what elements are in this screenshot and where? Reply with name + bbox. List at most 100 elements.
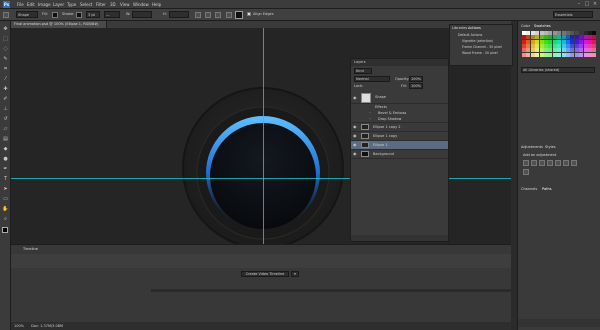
library-search[interactable]: All Libraries (shared) [521, 67, 595, 73]
eye-icon[interactable]: ◉ [353, 96, 357, 100]
menu-window[interactable]: Window [133, 2, 149, 7]
layer-effect-row[interactable]: ◦ Drop Shadow [351, 116, 448, 123]
color-balance-icon[interactable] [571, 160, 577, 166]
bw-icon[interactable] [523, 169, 529, 175]
close-icon[interactable]: × [592, 1, 598, 7]
hand-tool-icon[interactable]: ✋ [1, 205, 10, 214]
color-swatch[interactable] [583, 52, 588, 57]
fill-swatch[interactable] [52, 12, 58, 18]
gradient-tool-icon[interactable]: ▤ [1, 135, 10, 144]
blur-tool-icon[interactable]: ◆ [1, 145, 10, 154]
color-swatch[interactable] [530, 52, 535, 57]
color-swatch[interactable] [574, 52, 579, 57]
brush-tool-icon[interactable]: ✐ [1, 95, 10, 104]
maximize-icon[interactable]: □ [584, 1, 590, 7]
tab-styles[interactable]: Styles [545, 145, 556, 149]
eye-icon[interactable]: ◉ [353, 143, 357, 147]
curves-icon[interactable] [539, 160, 545, 166]
swatch-grid[interactable] [522, 31, 597, 57]
color-swatch[interactable] [588, 52, 592, 57]
color-swatch[interactable] [535, 52, 540, 57]
levels-icon[interactable] [531, 160, 537, 166]
tab-libraries[interactable]: Libraries [452, 26, 467, 30]
crop-tool-icon[interactable]: ⌗ [1, 65, 10, 74]
width-field[interactable] [132, 11, 152, 18]
layer-kind-filter[interactable]: Kind [354, 68, 372, 74]
menu-layer[interactable]: Layer [53, 2, 64, 7]
action-item[interactable]: Vignette (selection) [462, 39, 493, 43]
color-swatch[interactable] [592, 52, 597, 57]
color-swatch[interactable] [561, 52, 566, 57]
layer-row[interactable]: ◉ Ellipse 1 copy [351, 132, 448, 141]
tab-color[interactable]: Color [521, 24, 530, 28]
menu-file[interactable]: File [17, 2, 24, 7]
eye-icon[interactable]: ◉ [353, 134, 357, 138]
pen-tool-icon[interactable]: ✒ [1, 165, 10, 174]
dodge-tool-icon[interactable]: ● [1, 155, 10, 164]
path-select-tool-icon[interactable]: ➤ [1, 185, 10, 194]
color-swatch[interactable] [566, 52, 570, 57]
shape-tool-icon[interactable] [3, 12, 9, 18]
fill-field[interactable]: 100% [409, 83, 423, 89]
brightness-icon[interactable] [523, 160, 529, 166]
opacity-field[interactable]: 100% [409, 76, 423, 82]
quick-select-tool-icon[interactable]: ✎ [1, 55, 10, 64]
stroke-type-select[interactable]: — [104, 11, 120, 18]
shape-mode-select[interactable]: Shape [16, 11, 38, 18]
eraser-tool-icon[interactable]: ▱ [1, 125, 10, 134]
color-swatch[interactable] [552, 52, 557, 57]
blend-mode-select[interactable]: Normal [354, 76, 390, 82]
color-swatch[interactable] [548, 52, 553, 57]
tab-adjustments[interactable]: Adjustments [521, 145, 543, 149]
clone-stamp-tool-icon[interactable]: ⊥ [1, 105, 10, 114]
path-align-icon[interactable] [205, 12, 211, 18]
path-arrange-icon[interactable] [215, 12, 221, 18]
height-field[interactable] [169, 11, 189, 18]
action-item[interactable]: Wood Frame - 50 pixel [462, 51, 498, 55]
shape-tool-icon[interactable]: ▭ [1, 195, 10, 204]
color-swatch[interactable] [526, 52, 531, 57]
gear-icon[interactable] [226, 12, 232, 18]
menu-select[interactable]: Select [80, 2, 92, 7]
color-swatch[interactable] [557, 52, 562, 57]
move-tool-icon[interactable]: ✥ [1, 25, 10, 34]
tab-swatches[interactable]: Swatches [534, 24, 551, 28]
create-video-timeline-button[interactable]: Create Video Timeline [241, 271, 289, 277]
tab-channels[interactable]: Channels [521, 187, 537, 191]
healing-tool-icon[interactable]: ✚ [1, 85, 10, 94]
vibrance-icon[interactable] [555, 160, 561, 166]
action-set[interactable]: Default Actions [458, 33, 482, 37]
eye-icon[interactable]: ◦ [369, 111, 373, 115]
history-brush-tool-icon[interactable]: ↺ [1, 115, 10, 124]
chevron-down-icon[interactable]: ▾ [291, 271, 299, 277]
eye-icon[interactable]: ◉ [353, 125, 357, 129]
menu-help[interactable]: Help [152, 2, 161, 7]
document-tab[interactable]: Final animation.psd @ 100% (Ellipse 1, R… [11, 21, 107, 28]
color-swatch[interactable] [579, 52, 584, 57]
eye-icon[interactable]: ◦ [369, 117, 373, 121]
zoom-tool-icon[interactable]: ⌕ [1, 215, 10, 224]
marquee-tool-icon[interactable]: ⬚ [1, 35, 10, 44]
color-swatch[interactable] [570, 52, 575, 57]
exposure-icon[interactable] [547, 160, 553, 166]
menu-image[interactable]: Image [38, 2, 51, 7]
workspace-select[interactable]: Essentials [553, 11, 593, 18]
menu-3d[interactable]: 3D [110, 2, 116, 7]
color-swatch[interactable] [539, 52, 544, 57]
menu-filter[interactable]: Filter [96, 2, 106, 7]
foreground-color-swatch[interactable] [2, 227, 8, 233]
lasso-tool-icon[interactable]: ◌ [1, 45, 10, 54]
adjustment-icons[interactable] [523, 160, 583, 176]
shape-preview[interactable] [235, 11, 243, 19]
align-edges-checkbox[interactable] [247, 12, 251, 16]
minimize-icon[interactable]: – [576, 1, 582, 7]
menu-edit[interactable]: Edit [27, 2, 35, 7]
tab-actions[interactable]: Actions [468, 26, 481, 30]
stroke-swatch[interactable] [76, 12, 82, 18]
menu-view[interactable]: View [120, 2, 130, 7]
color-swatch[interactable] [544, 52, 548, 57]
action-item[interactable]: Frame Channel - 50 pixel [462, 45, 502, 49]
eye-icon[interactable]: ◉ [353, 152, 357, 156]
color-swatch[interactable] [522, 52, 526, 57]
tab-paths[interactable]: Paths [542, 187, 552, 191]
